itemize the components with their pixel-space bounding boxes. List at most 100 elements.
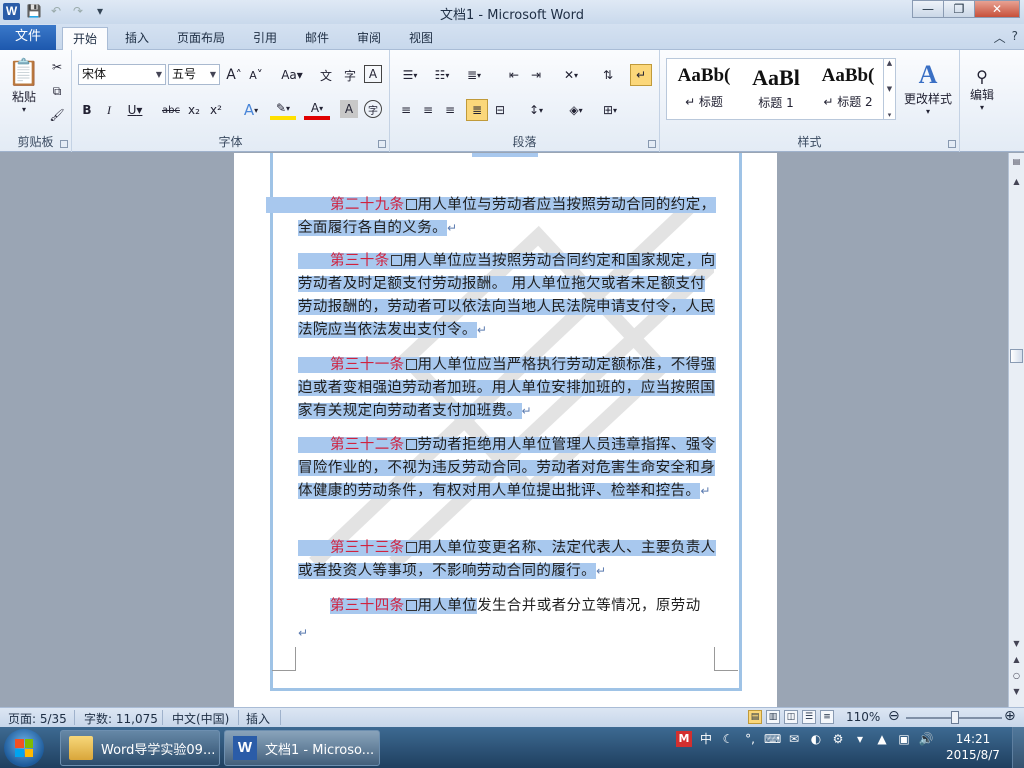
paragraph-block[interactable]: 第二十九条 用人单位与劳动者应当按照劳动合同的约定，全面履行各自的义务。↵ (266, 194, 716, 240)
select-browse-object-icon[interactable]: ○ (1010, 671, 1023, 685)
page-count[interactable]: 页面: 5/35 (8, 710, 67, 727)
paragraph-launcher-icon[interactable] (648, 140, 656, 148)
taskbar-item-word[interactable]: W 文档1 - Microso... (224, 730, 380, 766)
soft-keyboard-icon[interactable]: ⌨ (764, 731, 781, 747)
paste-button[interactable]: 📋 粘贴 ▾ (6, 56, 42, 116)
align-right-icon[interactable]: ≡ (440, 100, 460, 120)
vertical-scrollbar[interactable]: ▤ ▲ ▼ ▲ ○ ▼ (1008, 153, 1024, 707)
italic-button[interactable]: I (100, 100, 118, 120)
paragraph-block[interactable]: 第三十四条 用人单位发生合并或者分立等情况，原劳动 ↵ (298, 595, 716, 645)
cut-icon[interactable]: ✂ (48, 58, 66, 76)
scroll-down-icon[interactable]: ▼ (1010, 639, 1023, 653)
distributed-icon[interactable]: ⊟ (490, 100, 510, 120)
tab-page-layout[interactable]: 页面布局 (168, 27, 234, 50)
subscript-button[interactable]: x₂ (184, 100, 204, 120)
style-item[interactable]: AaBb( ↵ 标题 (669, 61, 739, 117)
increase-indent-icon[interactable]: ⇥ (526, 65, 546, 85)
character-border-icon[interactable]: A (364, 65, 382, 83)
align-left-icon[interactable]: ≡ (396, 100, 416, 120)
document-page[interactable]: 第二十九条 用人单位与劳动者应当按照劳动合同的约定，全面履行各自的义务。↵ 第三十… (234, 153, 777, 707)
print-layout-icon[interactable]: ▤ (748, 710, 762, 724)
numbering-button[interactable]: ☷ ▾ (428, 65, 456, 85)
minimize-button[interactable]: — (912, 0, 944, 18)
highlight-button[interactable]: ✎ ▾ (270, 100, 296, 120)
punctuation-icon[interactable]: °, (742, 731, 758, 747)
font-launcher-icon[interactable] (378, 140, 386, 148)
shading-button[interactable]: ◈ ▾ (562, 100, 590, 120)
tab-file[interactable]: 文件 (0, 25, 56, 50)
tab-references[interactable]: 引用 (244, 27, 286, 50)
text-effects-button[interactable]: A ▾ (238, 100, 264, 120)
tab-review[interactable]: 审阅 (348, 27, 390, 50)
asian-layout-button[interactable]: ✕ ▾ (558, 65, 584, 85)
scroll-up-icon[interactable]: ▲ (1010, 177, 1023, 191)
insert-mode-indicator[interactable]: 插入 (246, 710, 270, 727)
style-item[interactable]: AaBl 标题 1 (741, 61, 811, 117)
web-layout-icon[interactable]: ◫ (784, 710, 798, 724)
sort-icon[interactable]: ⇅ (598, 65, 618, 85)
line-spacing-button[interactable]: ↕ ▾ (522, 100, 550, 120)
tab-view[interactable]: 视图 (400, 27, 442, 50)
next-page-icon[interactable]: ▼ (1010, 687, 1023, 701)
font-color-button[interactable]: A ▾ (304, 100, 330, 120)
grow-font-button[interactable]: A ˄ (224, 65, 244, 85)
show-desktop-button[interactable] (1012, 727, 1024, 768)
more-styles-icon[interactable]: ▾ (884, 111, 895, 119)
volume-icon[interactable]: 🔊 (918, 731, 934, 747)
minimize-ribbon-icon[interactable]: ︿ (994, 29, 1006, 46)
full-screen-reading-icon[interactable]: ▥ (766, 710, 780, 724)
styles-launcher-icon[interactable] (948, 140, 956, 148)
strikethrough-button[interactable]: abc (160, 100, 182, 120)
multilevel-list-button[interactable]: ≣ ▾ (460, 65, 488, 85)
paragraph-block[interactable]: 第三十二条 劳动者拒绝用人单位管理人员违章指挥、强令冒险作业的，不视为违反劳动合同… (298, 434, 716, 503)
font-size-dropdown[interactable]: 五号 ▼ (168, 64, 220, 85)
chevron-down-icon[interactable]: ▼ (884, 85, 895, 93)
borders-button[interactable]: ⊞ ▾ (596, 100, 624, 120)
format-painter-icon[interactable]: 🖌 (48, 106, 66, 124)
zoom-in-icon[interactable]: ⊕ (1004, 708, 1016, 724)
chevron-up-icon[interactable]: ▲ (884, 59, 895, 67)
half-width-icon[interactable]: ☾ (720, 731, 736, 747)
tab-mailings[interactable]: 邮件 (296, 27, 338, 50)
zoom-slider-thumb[interactable] (951, 711, 959, 724)
font-name-dropdown[interactable]: 宋体 ▼ (78, 64, 166, 85)
paragraph-block[interactable]: 第三十条 用人单位应当按照劳动合同约定和国家规定，向劳动者及时足额支付劳动报酬。 … (298, 250, 716, 342)
justify-icon[interactable]: ≣ (466, 99, 488, 121)
align-center-icon[interactable]: ≡ (418, 100, 438, 120)
previous-page-icon[interactable]: ▲ (1010, 655, 1023, 669)
ime-mode-indicator[interactable]: 中 (698, 731, 714, 747)
word-count[interactable]: 字数: 11,075 (84, 710, 158, 727)
taskbar-item-explorer[interactable]: Word导学实验09... (60, 730, 220, 766)
decrease-indent-icon[interactable]: ⇤ (504, 65, 524, 85)
ime-logo-icon[interactable]: M (676, 731, 692, 747)
start-button[interactable] (4, 729, 44, 767)
zoom-out-icon[interactable]: ⊖ (888, 708, 900, 724)
scroll-thumb[interactable] (1010, 349, 1023, 363)
character-shading-button[interactable]: A (340, 100, 358, 118)
taskbar-clock[interactable]: 14:21 2015/8/7 (940, 731, 1006, 763)
ime-toolbox-icon[interactable]: ✉ (786, 731, 802, 747)
enclose-characters-button[interactable]: 字 (364, 100, 382, 118)
draft-view-icon[interactable]: ≡ (820, 710, 834, 724)
ime-skin-icon[interactable]: ◐ (808, 731, 824, 747)
maximize-button[interactable]: ❐ (943, 0, 975, 18)
show-marks-icon[interactable]: ↵ (630, 64, 652, 86)
network-icon[interactable]: ▣ (896, 731, 912, 747)
ruler-toggle-icon[interactable]: ▤ (1010, 157, 1023, 171)
language-indicator[interactable]: 中文(中国) (172, 710, 229, 727)
tab-insert[interactable]: 插入 (116, 27, 158, 50)
clipboard-launcher-icon[interactable] (60, 140, 68, 148)
bullets-button[interactable]: ☰ ▾ (396, 65, 424, 85)
shrink-font-button[interactable]: A ˅ (246, 65, 266, 85)
help-icon[interactable]: ? (1012, 29, 1018, 46)
paragraph-block[interactable]: 第三十三条 用人单位变更名称、法定代表人、主要负责人或者投资人等事项，不影响劳动合… (298, 537, 716, 583)
ime-settings-icon[interactable]: ⚙ (830, 731, 846, 747)
clear-formatting-icon[interactable]: 字 (340, 65, 360, 85)
change-case-button[interactable]: Aa ▾ (278, 65, 306, 85)
show-hidden-icons[interactable]: ▲ (874, 731, 890, 747)
underline-button[interactable]: U ▾ (122, 100, 148, 120)
style-item[interactable]: AaBb( ↵ 标题 2 (813, 61, 883, 117)
outline-view-icon[interactable]: ☰ (802, 710, 816, 724)
tab-home[interactable]: 开始 (62, 27, 108, 51)
change-styles-button[interactable]: A 更改样式 ▾ (900, 56, 956, 120)
